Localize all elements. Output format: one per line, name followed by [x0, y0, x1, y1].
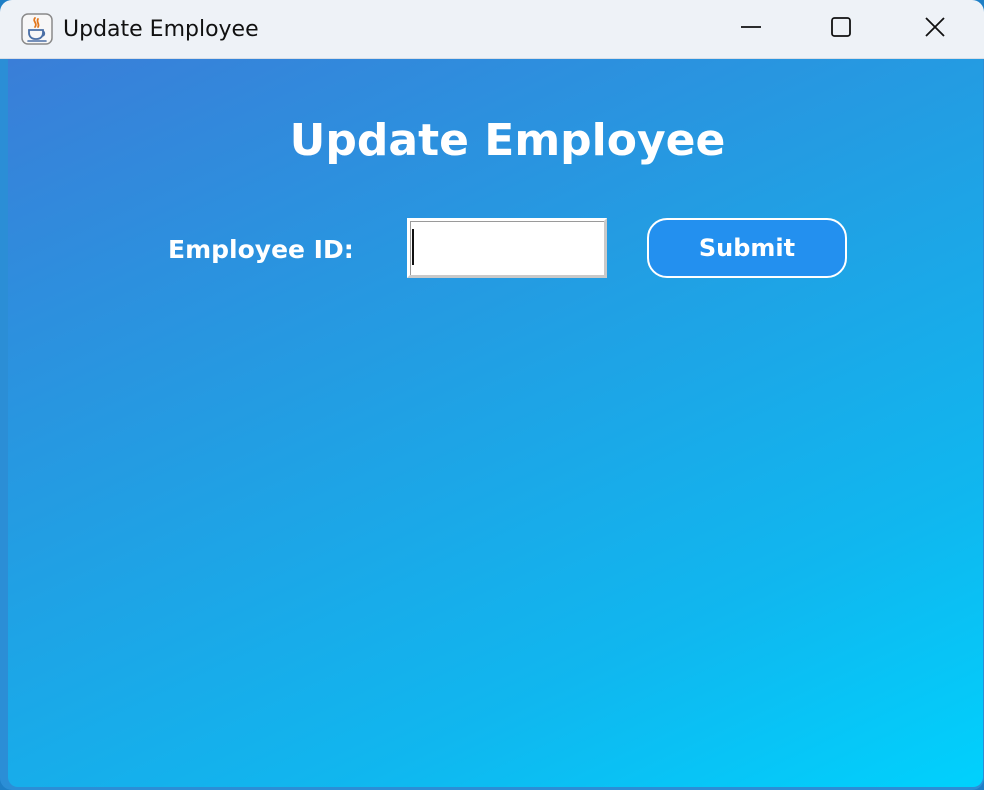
window-title: Update Employee: [63, 17, 259, 42]
text-caret: [412, 229, 414, 265]
java-coffee-cup-icon: [21, 13, 53, 45]
employee-id-input[interactable]: [407, 218, 607, 278]
title-bar[interactable]: Update Employee: [0, 0, 984, 59]
employee-id-label: Employee ID:: [168, 235, 354, 264]
app-window: Update Employee Update Employee Employee…: [0, 0, 984, 790]
form-panel: Update Employee Employee ID: Submit: [8, 59, 983, 787]
minimize-button[interactable]: [705, 0, 797, 58]
close-icon: [923, 15, 947, 43]
submit-button[interactable]: Submit: [647, 218, 847, 278]
close-button[interactable]: [889, 0, 981, 58]
page-title: Update Employee: [289, 115, 726, 166]
minimize-icon: [739, 15, 763, 43]
maximize-icon: [829, 15, 853, 43]
maximize-button[interactable]: [795, 0, 887, 58]
